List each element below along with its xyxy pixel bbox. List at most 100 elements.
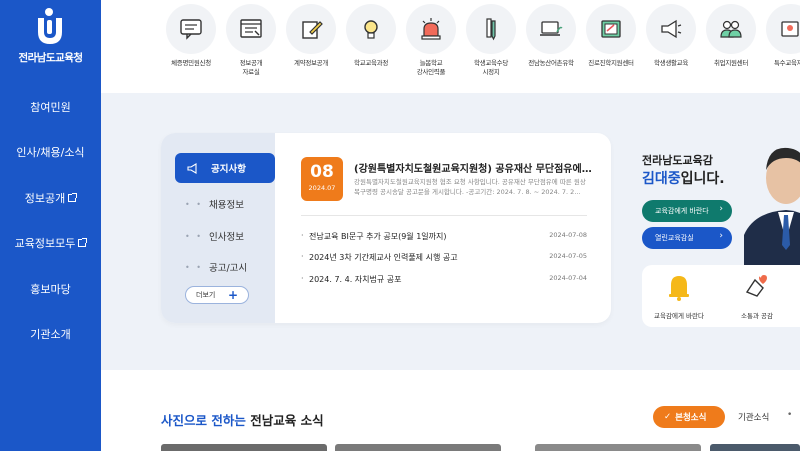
quick-menu-allowance[interactable]: 학생교육수당 시정지 xyxy=(461,4,521,77)
tab-personnel[interactable]: • • 인사정보 xyxy=(185,229,275,244)
list-item[interactable]: · 2024. 7. 4. 자치법규 공포 2024-07-04 xyxy=(301,274,587,285)
sidebar-item-participation[interactable]: 참여민원 xyxy=(0,84,101,130)
megaphone-icon xyxy=(187,162,197,174)
notice-board: 공지사항 • • 채용정보 • • 인사정보 • • 공고/고시 더보기 + 08 20… xyxy=(161,133,611,323)
quick-link-label: 소통과 공감 xyxy=(741,312,773,320)
tab-notice[interactable]: 공지사항 xyxy=(175,153,275,183)
sidebar-item-edu-info[interactable]: 교육정보모두 xyxy=(0,221,101,267)
certificate-icon xyxy=(601,20,621,38)
quick-menu-rural-study[interactable]: 전남농산어촌유학 xyxy=(521,4,581,68)
quick-menu-label: 진로진학지원센터 xyxy=(588,59,634,67)
featured-title[interactable]: (강원특별자치도철원교육지원청) 공유재산 무단점유에 따... xyxy=(354,160,594,175)
quick-menu-label: 취업지원센터 xyxy=(713,59,749,67)
bullet: · xyxy=(301,274,304,283)
sidebar-item-label: 인사/채용/소식 xyxy=(16,146,85,160)
quick-menu-neulbom[interactable]: 늘봄학교 강사인력풀 xyxy=(401,4,461,77)
chevron-right-icon: › xyxy=(719,204,723,214)
support-icon xyxy=(781,21,799,37)
quick-menu-info-archive[interactable]: 정보공개 자료실 xyxy=(221,4,281,77)
tab-label: 공지사항 xyxy=(211,164,246,175)
tab-label: 공고/고시 xyxy=(209,263,248,274)
superintendent-org: 전라남도교육감 xyxy=(642,154,713,167)
photo-thumbnail[interactable] xyxy=(535,444,701,451)
logo-emblem-icon xyxy=(37,8,62,44)
sidebar-item-label: 정보공개 xyxy=(24,191,66,205)
section-title-highlight: 사진으로 전하는 xyxy=(161,413,246,428)
quick-menu-contract[interactable]: 계약정보공개 xyxy=(281,4,341,68)
quick-menu-certificate[interactable]: 체증명민원신청 xyxy=(161,4,221,68)
laptop-plant-icon xyxy=(540,21,563,36)
chevron-right-icon: › xyxy=(719,231,723,241)
section-title-rest: 전남교육 소식 xyxy=(245,413,324,428)
featured-date: 08 2024.07 xyxy=(301,157,343,201)
tab-announcement[interactable]: • • 공고/고시 xyxy=(185,260,275,275)
list-item[interactable]: · 전남교육 BI문구 추가 공모(9월 1일까지) 2024-07-08 xyxy=(301,231,587,242)
superintendent-quick-links: 교육감에게 바란다 소통과 공감 xyxy=(642,265,800,327)
quick-menu-label: 전남농산어촌유학 xyxy=(528,59,574,67)
superintendent-name-suffix: 입니다. xyxy=(680,171,725,187)
quick-menu-label: 학생교육수당 시정지 xyxy=(473,59,509,76)
list-item-title: 2024. 7. 4. 자치법규 공포 xyxy=(309,275,402,284)
sidebar-item-promotion[interactable]: 홍보마당 xyxy=(0,266,101,312)
quick-menu-bar: 체증명민원신청 정보공개 자료실 계약정보공개 학교교육과정 늘봄학교 강사인력… xyxy=(101,0,800,93)
quick-link-message[interactable]: 교육감에게 바란다 xyxy=(644,272,714,320)
button-label: 열린교육감실 xyxy=(655,234,694,242)
external-link-icon xyxy=(68,192,78,202)
message-to-superintendent-button[interactable]: 교육감에게 바란다 › xyxy=(642,200,732,222)
superintendent-name: 김대중입니다. xyxy=(642,168,725,188)
tab-dots: • • xyxy=(185,199,203,209)
tab-agency-news[interactable]: 기관소식 xyxy=(738,411,769,423)
bell-icon xyxy=(669,276,689,301)
bullet: · xyxy=(301,231,304,240)
sidebar-item-personnel[interactable]: 인사/채용/소식 xyxy=(0,130,101,176)
quick-menu-career[interactable]: 진로진학지원센터 xyxy=(581,4,641,68)
photo-news-section: 사진으로 전하는 전남교육 소식 ✓ 본청소식 기관소식 • xyxy=(101,370,800,451)
date-day: 08 xyxy=(310,162,334,182)
logo[interactable]: 전라남도교육청 xyxy=(0,6,101,65)
more-label: 더보기 xyxy=(196,291,216,299)
quick-menu-label: 정보공개 자료실 xyxy=(239,59,263,76)
sidebar-item-label: 홍보마당 xyxy=(30,282,71,296)
tab-dots: • • xyxy=(185,231,203,241)
notice-tabs: 공지사항 • • 채용정보 • • 인사정보 • • 공고/고시 더보기 + xyxy=(161,133,275,323)
photo-thumbnail[interactable] xyxy=(710,444,800,451)
quick-menu-employment[interactable]: 취업지원센터 xyxy=(701,4,761,68)
quick-menu-student-life[interactable]: 학생생활교육 xyxy=(641,4,701,68)
lightbulb-icon xyxy=(364,20,378,39)
list-item-date: 2024-07-08 xyxy=(549,231,587,239)
quick-menu-special-ed[interactable]: 특수교육지원 xyxy=(761,4,800,68)
sidebar-item-info-disclosure[interactable]: 정보공개 xyxy=(0,175,101,221)
superintendent-panel: 전라남도교육감 김대중입니다. 교육감에게 바란다 › 열린교육감실 › 교육감에게… xyxy=(614,130,800,330)
divider xyxy=(301,215,587,216)
photo-thumbnail[interactable] xyxy=(335,444,501,451)
tab-recruitment[interactable]: • • 채용정보 xyxy=(185,197,275,212)
tab-label: 본청소식 xyxy=(675,413,707,423)
open-office-button[interactable]: 열린교육감실 › xyxy=(642,227,732,249)
people-icon xyxy=(720,20,742,38)
sidebar-item-about[interactable]: 기관소개 xyxy=(0,312,101,358)
tab-dots: • • xyxy=(185,262,203,272)
list-item[interactable]: · 2024년 3차 기간제교사 인력풀제 시행 공고 2024-07-05 xyxy=(301,252,587,263)
external-link-icon xyxy=(78,238,88,248)
superintendent-portrait xyxy=(744,147,800,265)
chat-monitor-icon xyxy=(180,19,202,40)
quick-menu-label: 계약정보공개 xyxy=(293,59,329,67)
more-button[interactable]: 더보기 + xyxy=(185,286,249,304)
list-item-date: 2024-07-04 xyxy=(549,274,587,282)
bullet: · xyxy=(301,252,304,261)
quick-menu-label: 늘봄학교 강사인력풀 xyxy=(416,59,446,76)
list-item-title: 2024년 3차 기간제교사 인력풀제 시행 공고 xyxy=(309,253,458,262)
quick-link-communication[interactable]: 소통과 공감 xyxy=(722,272,792,320)
quick-menu-label: 학교교육과정 xyxy=(353,59,389,67)
quick-menu-curriculum[interactable]: 학교교육과정 xyxy=(341,4,401,68)
photo-thumbnail[interactable] xyxy=(161,444,327,451)
handshake-heart-icon xyxy=(745,275,767,297)
quick-link-label: 교육감에게 바란다 xyxy=(654,312,704,320)
date-year-month: 2024.07 xyxy=(308,184,336,192)
featured-description: 강원특별자치도철원교육지원청 협조 요청 사항입니다. 공유재산 무단점유에 따… xyxy=(354,178,586,196)
tab-hq-news[interactable]: ✓ 본청소식 xyxy=(653,406,725,428)
section-title: 사진으로 전하는 전남교육 소식 xyxy=(161,410,324,429)
quick-menu-label: 체증명민원신청 xyxy=(171,59,211,67)
quick-menu-label: 학생생활교육 xyxy=(653,59,689,67)
superintendent-name-highlight: 김대중 xyxy=(642,171,681,187)
